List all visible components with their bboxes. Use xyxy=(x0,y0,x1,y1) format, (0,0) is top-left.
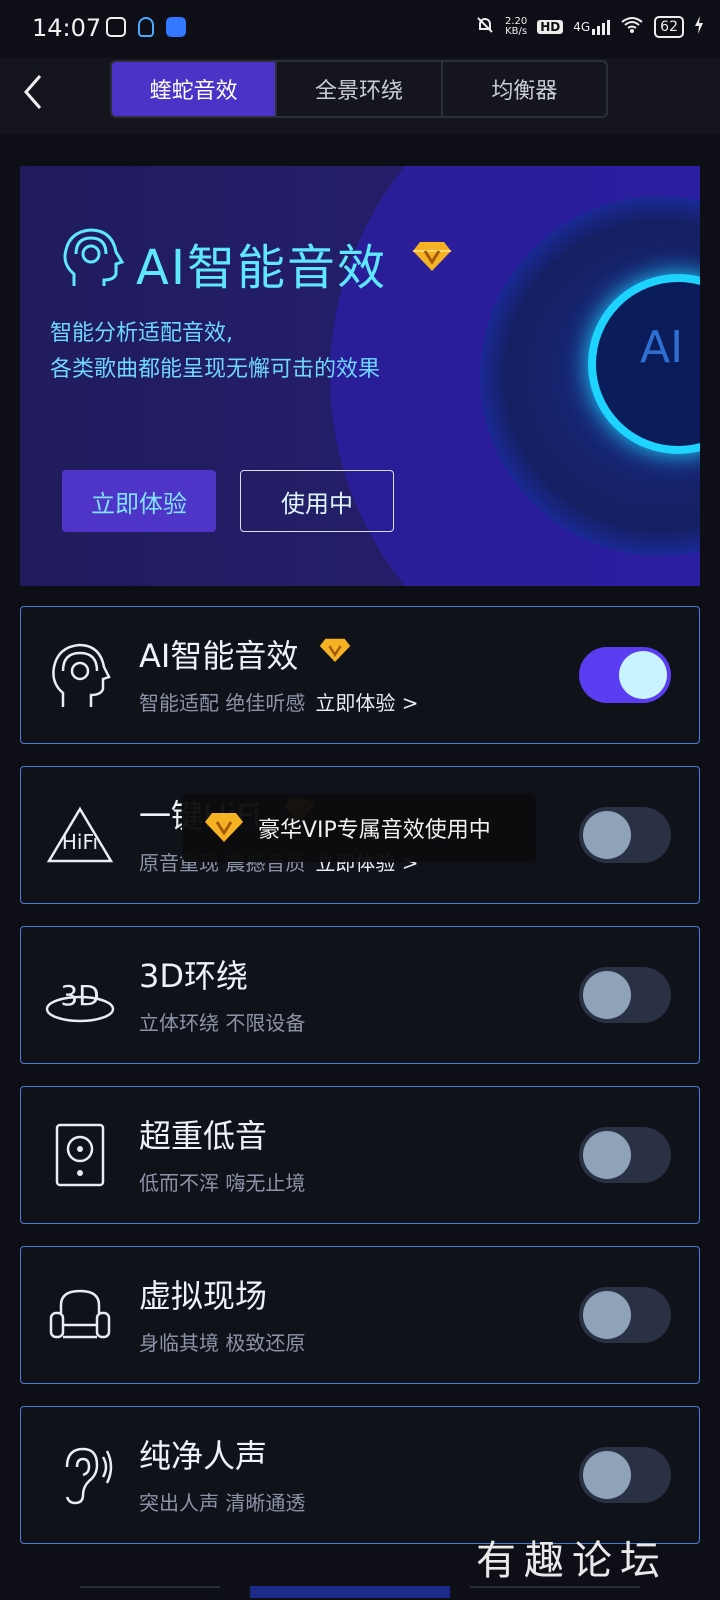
virtual-live-toggle[interactable] xyxy=(579,1287,671,1343)
try-now-link[interactable]: 立即体验 > xyxy=(315,691,418,715)
ear-icon xyxy=(65,1447,113,1505)
effect-card-3d-surround[interactable]: 3D 3D环绕 立体环绕 不限设备 xyxy=(20,926,700,1064)
tab-bar: 蝰蛇音效 全景环绕 均衡器 xyxy=(110,60,608,118)
speaker-icon xyxy=(55,1123,105,1187)
vip-diamond-icon xyxy=(413,242,451,271)
bottom-bar-partial xyxy=(80,1586,640,1600)
hifi-icon: HiFi xyxy=(46,806,114,863)
app-notification-icon xyxy=(166,17,186,37)
clock: 14:07 xyxy=(32,14,102,42)
toast-message: 豪华VIP专属音效使用中 xyxy=(258,818,491,843)
card-subtitle: 低而不浑 嗨无止境 xyxy=(139,1171,306,1195)
net-speed: 2.20 KB/s xyxy=(504,16,528,37)
qq-icon xyxy=(138,17,154,37)
app-notification-icon xyxy=(106,17,126,37)
effect-card-pure-vocal[interactable]: 纯净人声 突出人声 清晰通透 xyxy=(20,1406,700,1544)
toggle-knob xyxy=(583,1451,631,1499)
mute-bell-icon xyxy=(475,15,495,39)
card-subtitle: 立体环绕 不限设备 xyxy=(139,1011,306,1035)
toggle-knob xyxy=(619,651,667,699)
card-title: 纯净人声 xyxy=(139,1437,268,1475)
battery-icon: 62 xyxy=(654,16,684,38)
hd-icon: HD xyxy=(537,20,564,34)
tab-equalizer[interactable]: 均衡器 xyxy=(443,62,606,116)
vip-diamond-icon xyxy=(319,638,351,662)
vip-toast: 豪华VIP专属音效使用中 xyxy=(182,794,536,862)
card-title: 虚拟现场 xyxy=(139,1277,268,1315)
signal-icon: 4G xyxy=(573,19,611,35)
pure-vocal-toggle[interactable] xyxy=(579,1447,671,1503)
card-subtitle: 身临其境 极致还原 xyxy=(139,1331,306,1355)
card-title: AI智能音效 xyxy=(139,637,299,675)
hifi-icon-label: HiFi xyxy=(62,830,98,854)
tab-viper-effects[interactable]: 蝰蛇音效 xyxy=(112,62,278,116)
in-use-button[interactable]: 使用中 xyxy=(240,470,394,532)
try-now-button[interactable]: 立即体验 xyxy=(62,470,216,532)
bass-toggle[interactable] xyxy=(579,1127,671,1183)
armchair-icon xyxy=(49,1289,111,1339)
top-bar: 蝰蛇音效 全景环绕 均衡器 xyxy=(0,58,720,134)
toggle-knob xyxy=(583,1131,631,1179)
card-subtitle: 智能适配 绝佳听感 立即体验 > xyxy=(139,691,419,715)
status-bar: 14:07 2.20 KB/s HD 4G 62 xyxy=(0,0,720,58)
banner-title: AI智能音效 xyxy=(136,240,387,296)
chevron-left-icon xyxy=(24,75,42,109)
effect-card-ai[interactable]: AI智能音效 智能适配 绝佳听感 立即体验 > xyxy=(20,606,700,744)
back-button[interactable] xyxy=(18,72,58,112)
head-icon xyxy=(52,643,111,707)
head-icon xyxy=(63,228,125,286)
wifi-icon xyxy=(620,16,644,38)
ai-core-label: AI xyxy=(640,322,684,373)
effect-card-bass[interactable]: 超重低音 低而不浑 嗨无止境 xyxy=(20,1086,700,1224)
card-title: 超重低音 xyxy=(139,1117,268,1155)
vip-diamond-icon xyxy=(205,813,243,842)
toggle-knob xyxy=(583,811,631,859)
charging-icon xyxy=(694,16,704,38)
hifi-toggle[interactable] xyxy=(579,807,671,863)
card-title: 3D环绕 xyxy=(139,957,249,995)
ai-effect-banner: AI AI智能音效 智能分析适配音效, 各类歌曲都能呈现无懈可击的效果 立即体验… xyxy=(20,166,700,586)
banner-description: 智能分析适配音效, 各类歌曲都能呈现无懈可击的效果 xyxy=(50,321,381,382)
card-subtitle: 突出人声 清晰通透 xyxy=(139,1491,306,1515)
toggle-knob xyxy=(583,971,631,1019)
effect-card-virtual-live[interactable]: 虚拟现场 身临其境 极致还原 xyxy=(20,1246,700,1384)
3d-icon-label: 3D xyxy=(60,979,99,1012)
status-icons: 2.20 KB/s HD 4G 62 xyxy=(475,15,704,39)
tab-panoramic-surround[interactable]: 全景环绕 xyxy=(277,62,443,116)
toggle-knob xyxy=(583,1291,631,1339)
watermark: 有趣论坛 xyxy=(476,1538,668,1584)
ai-effect-toggle[interactable] xyxy=(579,647,671,703)
3d-icon: 3D xyxy=(45,979,115,1023)
3d-surround-toggle[interactable] xyxy=(579,967,671,1023)
